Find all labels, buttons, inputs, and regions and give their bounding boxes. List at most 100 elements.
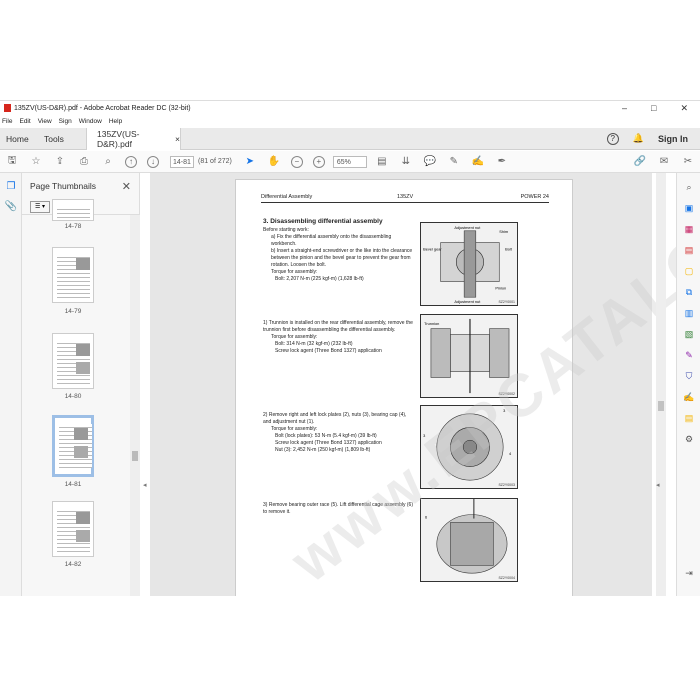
thumbnail-page[interactable] [52, 199, 94, 221]
thumbnail-page[interactable] [52, 501, 94, 557]
tab-document-label: 135ZV(US-D&R).pdf [97, 128, 140, 149]
bookmark-star-icon[interactable]: ☆ [29, 155, 43, 169]
document-scrollbar[interactable] [656, 173, 666, 596]
torque-value: Bolt (lock plates): 53 N-m (5.4 kgf-m) (… [275, 433, 377, 439]
comment-icon[interactable]: 💬 [423, 155, 437, 169]
maximize-button[interactable]: □ [651, 103, 656, 114]
collapse-panel-icon[interactable]: ◂ [143, 481, 147, 489]
menu-window[interactable]: Window [79, 118, 102, 125]
create-pdf-icon[interactable]: ▣ [682, 201, 696, 215]
previous-page-icon[interactable]: ↑ [125, 155, 137, 168]
page-display-icon[interactable]: ▤ [375, 155, 389, 169]
enhance-scans-icon[interactable]: ▧ [682, 327, 696, 341]
figure-caption: SZ2Y0001 [498, 300, 515, 304]
figure-trunnion: Trunnion SZ2Y0002 [420, 314, 518, 398]
thumbnail-scrollbar[interactable] [130, 215, 140, 596]
menu-edit[interactable]: Edit [19, 118, 30, 125]
export-pdf-icon[interactable]: ▤ [682, 243, 696, 257]
search-icon[interactable]: ⌕ [101, 155, 115, 169]
share-link-icon[interactable]: 🔗 [633, 155, 647, 169]
draw-icon[interactable]: ✍ [471, 155, 485, 169]
step-b: b) Insert a straight-end screwdriver or … [271, 248, 413, 268]
notification-bell-icon[interactable]: 🔔 [633, 133, 644, 144]
torque-value: Bolt: 2,207 N-m (225 kgf-m) (1,628 lb-ft… [275, 276, 364, 282]
figure-differential-assembly: Adjustment nut Shim Bevel gear Bolt Pini… [420, 222, 518, 306]
close-window-button[interactable]: ✕ [680, 103, 688, 114]
header-right: POWER 24 [520, 194, 549, 200]
step-2-text: 2) Remove right and left lock plates (2)… [263, 412, 413, 454]
acrobat-app-icon [4, 104, 11, 112]
step-1-text: 1) Trunnion is installed on the rear dif… [263, 320, 413, 355]
left-rail: ❐ 📎 [0, 173, 22, 596]
send-for-review-icon[interactable]: ▤ [682, 411, 696, 425]
tab-bar: Home Tools 135ZV(US-D&R).pdf × ? 🔔 Sign … [0, 127, 700, 150]
lock-plates-drawing: 3 3 4 [423, 408, 512, 481]
trunnion-drawing: Trunnion [424, 318, 510, 394]
email-icon[interactable]: ✉ [657, 155, 671, 169]
combine-files-icon[interactable]: ⧉ [682, 285, 696, 299]
help-icon[interactable]: ? [606, 132, 619, 145]
step-3-text: 3) Remove bearing outer race (5). Lift d… [263, 502, 413, 516]
fill-sign-icon[interactable]: ✎ [682, 348, 696, 362]
page-number-input[interactable]: 14-81 [170, 155, 194, 168]
acrobat-window: 135ZV(US-D&R).pdf - Adobe Acrobat Reader… [0, 100, 700, 596]
menu-help[interactable]: Help [109, 118, 122, 125]
thumbnail-page[interactable] [52, 333, 94, 389]
search-tool-icon[interactable]: ⌕ [682, 180, 696, 194]
fig3-label: 3 [423, 433, 425, 438]
next-page-icon[interactable]: ↓ [147, 155, 159, 168]
thumbnail-page-selected[interactable] [52, 415, 94, 477]
thumbnail-page[interactable] [52, 247, 94, 303]
highlight-icon[interactable]: ✎ [447, 155, 461, 169]
thumbnail-label: 14-81 [64, 481, 82, 488]
scroll-mode-icon[interactable]: ⇊ [399, 155, 413, 169]
step-2: 2) Remove right and left lock plates (2)… [263, 412, 407, 425]
sign-in-button[interactable]: Sign In [658, 134, 688, 144]
fig3-label: 4 [509, 451, 512, 456]
tab-home[interactable]: Home [0, 134, 36, 144]
minimize-button[interactable]: – [622, 103, 627, 114]
collapse-rail-icon[interactable]: ⇥ [682, 566, 696, 580]
menu-file[interactable]: File [2, 118, 12, 125]
zoom-out-icon[interactable]: − [290, 155, 303, 168]
upload-cloud-icon[interactable]: ⇪ [53, 155, 67, 169]
expand-tools-pane-icon[interactable]: ◂ [656, 481, 660, 489]
header-mid: 135ZV [397, 194, 414, 200]
protect-icon[interactable]: ⛉ [682, 369, 696, 383]
organize-pages-icon[interactable]: ▦ [682, 222, 696, 236]
menu-sign[interactable]: Sign [59, 118, 72, 125]
panel-close-icon[interactable]: ✕ [122, 180, 131, 193]
torque-label: Torque for assembly: [271, 426, 318, 432]
save-icon[interactable]: 🖫 [5, 155, 19, 169]
request-signature-icon[interactable]: ✍ [682, 390, 696, 404]
torque-value: Nut (3): 2,452 N-m (250 kgf-m) (1,809 lb… [275, 447, 371, 453]
figure-lock-plates: 3 3 4 SZ2Y0003 [420, 405, 518, 489]
select-tool-icon[interactable]: ➤ [243, 155, 257, 169]
thumbnail-options-button[interactable]: ☰ ▾ [30, 200, 50, 213]
tab-tools[interactable]: Tools [36, 134, 86, 144]
zoom-in-icon[interactable]: + [312, 155, 325, 168]
attachments-icon[interactable]: 📎 [4, 199, 18, 213]
title-bar: 135ZV(US-D&R).pdf - Adobe Acrobat Reader… [0, 101, 700, 115]
more-tools-icon[interactable]: ✂ [681, 155, 695, 169]
right-tools-rail: ⌕ ▣ ▦ ▤ ▢ ⧉ ▥ ▧ ✎ ⛉ ✍ ▤ ⚙ ⇥ [676, 173, 700, 596]
fig1-label: Adjustment nut [454, 225, 481, 230]
compress-icon[interactable]: ▥ [682, 306, 696, 320]
print-icon[interactable]: ⎙ [77, 155, 91, 169]
tab-document[interactable]: 135ZV(US-D&R).pdf × [86, 127, 181, 150]
document-viewport[interactable]: Differential Assembly 135ZV POWER 24 3. … [150, 101, 700, 596]
fig1-label: Pinion [495, 285, 506, 290]
menu-bar: File Edit View Sign Window Help [0, 115, 700, 127]
hand-tool-icon[interactable]: ✋ [267, 155, 281, 169]
tab-close-icon[interactable]: × [175, 134, 180, 144]
window-title: 135ZV(US-D&R).pdf - Adobe Acrobat Reader… [14, 104, 191, 112]
menu-view[interactable]: View [38, 118, 52, 125]
page-thumbnails-icon[interactable]: ❐ [4, 179, 18, 193]
comment-tool-icon[interactable]: ▢ [682, 264, 696, 278]
more-tools-rail-icon[interactable]: ⚙ [682, 432, 696, 446]
fig4-label: 6 [425, 515, 427, 520]
zoom-select[interactable]: 65% [332, 155, 367, 168]
sign-icon[interactable]: ✒ [495, 155, 509, 169]
figure-caption: SZ2Y0003 [498, 483, 515, 487]
figure-differential-cage: 6 SZ2Y0004 [420, 498, 518, 582]
